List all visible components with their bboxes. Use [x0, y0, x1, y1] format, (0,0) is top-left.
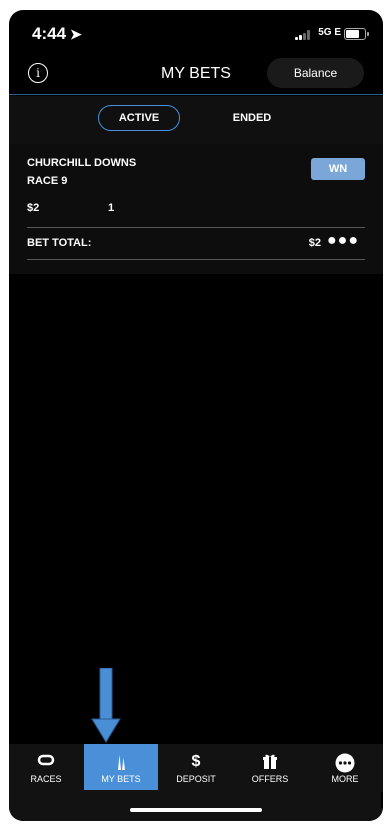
- bet-total-value: $2: [308, 237, 321, 249]
- bottom-nav: RACES MY BETS $ DEPOSIT OFFERS MORE: [9, 744, 383, 821]
- dollar-icon: $: [191, 753, 201, 770]
- nav-more[interactable]: MORE: [308, 744, 382, 790]
- tab-active[interactable]: ACTIVE: [98, 105, 180, 131]
- more-icon: [308, 753, 382, 773]
- races-icon: [9, 753, 83, 773]
- bet-selection: 1: [108, 202, 115, 214]
- location-arrow-icon: ➤: [70, 26, 82, 42]
- nav-more-label: MORE: [331, 774, 359, 784]
- edge-mark: [381, 792, 383, 808]
- nav-offers[interactable]: OFFERS: [233, 744, 307, 790]
- my-bets-icon: [84, 753, 158, 773]
- bet-total-label: BET TOTAL:: [27, 237, 92, 249]
- phone-screen: 4:44 ➤ 5G E i MY BETS Balance ACTIVE ENDE…: [9, 10, 383, 821]
- status-time: 4:44 ➤: [32, 24, 82, 44]
- bet-type-badge: WN: [311, 158, 365, 180]
- nav-offers-label: OFFERS: [251, 774, 289, 784]
- signal-icon: [295, 30, 315, 40]
- track-name: CHURCHILL DOWNS: [27, 157, 137, 169]
- bet-amount: $2: [27, 202, 40, 214]
- nav-deposit[interactable]: $ DEPOSIT: [159, 744, 233, 790]
- divider: [27, 227, 365, 228]
- bet-card[interactable]: CHURCHILL DOWNS RACE 9 WN $2 1 BET TOTAL…: [9, 144, 383, 274]
- nav-races[interactable]: RACES: [9, 744, 83, 790]
- divider: [27, 259, 365, 260]
- tab-ended[interactable]: ENDED: [222, 112, 282, 124]
- status-bar: 4:44 ➤ 5G E: [9, 10, 383, 56]
- gift-icon: [233, 753, 307, 773]
- nav-races-label: RACES: [30, 774, 62, 784]
- network-type: 5G E: [318, 27, 341, 38]
- nav-my-bets[interactable]: MY BETS: [84, 744, 158, 790]
- battery-icon: [344, 28, 369, 40]
- clock-text: 4:44: [32, 24, 67, 43]
- balance-button[interactable]: Balance: [267, 58, 364, 88]
- nav-my-bets-label: MY BETS: [101, 774, 141, 784]
- home-indicator[interactable]: [130, 808, 262, 812]
- race-number: RACE 9: [27, 175, 68, 187]
- arrow-down-annotation-icon: [91, 668, 121, 743]
- nav-deposit-label: DEPOSIT: [176, 774, 216, 784]
- app-header: i MY BETS Balance: [9, 56, 383, 95]
- more-options-icon[interactable]: ●●●: [327, 232, 359, 250]
- bet-tabs: ACTIVE ENDED: [9, 96, 383, 144]
